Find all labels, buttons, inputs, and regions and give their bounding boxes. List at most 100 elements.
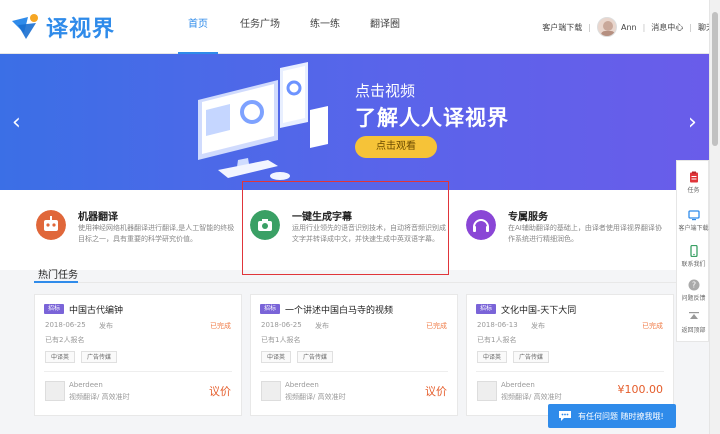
logo-icon [12, 14, 38, 39]
tag-list: 中译英 广告传媒 [261, 351, 339, 363]
feature-desc: 在AI辅助翻译的基础上，由译者使用译视界翻译协作系统进行精细润色。 [508, 224, 662, 243]
user-avatar [261, 381, 281, 401]
publish-label: 发布 [315, 322, 329, 330]
top-header: 译视界 首页 任务广场 练一练 翻译圈 客户端下载 | Ann | 消息中心 |… [0, 0, 720, 54]
task-title[interactable]: 一个讲述中国白马寺的视频 [285, 303, 393, 316]
price: ¥100.00 [617, 383, 664, 396]
chevron-right-icon[interactable]: › [688, 112, 697, 134]
user-name: Aberdeen [501, 381, 535, 389]
scrollbar-thumb[interactable] [712, 12, 718, 146]
nav-translation-circle[interactable]: 翻译圈 [370, 0, 400, 54]
chat-support-button[interactable]: 有任何问题 随时撩我哦! [548, 404, 676, 428]
sidebar-label: 联系我们 [681, 261, 706, 268]
bid-tag: 招标 [476, 304, 496, 314]
signup-count: 已有1人报名 [477, 336, 517, 344]
signup-count: 已有1人报名 [261, 336, 301, 344]
task-date: 2018-06-25 [261, 321, 302, 329]
sidebar-item-feedback[interactable]: ? 问题反馈 [677, 279, 710, 302]
section-underline [34, 281, 78, 283]
signup-count: 已有2人报名 [45, 336, 85, 344]
section-divider [34, 282, 676, 283]
category-tag: 广告传媒 [81, 351, 118, 363]
price: 议价 [209, 385, 231, 398]
feature-desc: 使用神经网络机器翻译进行翻译,是人工智能的终极目标之一，具有重要的科学研究价值。 [78, 224, 235, 243]
robot-icon [36, 210, 66, 240]
headset-icon [466, 210, 496, 240]
task-date: 2018-06-25 [45, 321, 86, 329]
logo-text: 译视界 [46, 17, 116, 42]
banner-title: 了解人人译视界 [355, 106, 509, 130]
sidebar-label: 客户端下载 [678, 225, 709, 232]
phone-icon [689, 245, 698, 257]
chat-button-label: 有任何问题 随时撩我哦! [578, 411, 664, 421]
hero-banner[interactable]: ‹ › 点击视频 了解人人译视界 点击观看 [0, 54, 720, 190]
feature-title: 专属服务 [508, 212, 548, 223]
sidebar-label: 任务 [687, 187, 700, 194]
app: 译视界 首页 任务广场 练一练 翻译圈 客户端下载 | Ann | 消息中心 |… [0, 0, 720, 434]
task-title[interactable]: 文化中国-天下大同 [501, 303, 576, 316]
language-tag: 中译英 [261, 351, 292, 363]
clipboard-icon [689, 171, 698, 183]
floating-sidebar: 任务 客户端下载 联系我们 ? 问题反馈 返回顶部 [676, 160, 709, 342]
category-tag: 广告传媒 [513, 351, 550, 363]
nav-task-square[interactable]: 任务广场 [240, 0, 280, 54]
divider [44, 371, 232, 372]
task-card[interactable]: 招标 一个讲述中国白马寺的视频 2018-06-25 发布 已完成 已有1人报名… [250, 294, 458, 416]
logo[interactable]: 译视界 [10, 11, 115, 43]
nav-home[interactable]: 首页 [178, 0, 218, 54]
hot-tasks-title: 热门任务 [38, 270, 78, 281]
tag-list: 中译英 广告传媒 [477, 351, 555, 363]
divider [476, 371, 664, 372]
user-name: Aberdeen [285, 381, 319, 389]
publish-label: 发布 [531, 322, 545, 330]
header-right: 客户端下载 | Ann | 消息中心 | 聊天 [542, 0, 714, 54]
sidebar-item-task[interactable]: 任务 [677, 171, 710, 194]
question-icon: ? [688, 279, 699, 291]
task-card[interactable]: 招标 文化中国-天下大同 2018-06-13 发布 已完成 已有1人报名 中译… [466, 294, 674, 416]
sidebar-label: 返回顶部 [681, 327, 706, 334]
watch-video-button[interactable]: 点击观看 [355, 136, 437, 158]
chat-bubble-icon [559, 411, 571, 421]
avatar-image [600, 21, 615, 36]
bid-tag: 招标 [44, 304, 64, 314]
status-badge: 已完成 [426, 322, 447, 330]
user-avatar [477, 381, 497, 401]
sidebar-item-contact[interactable]: 联系我们 [677, 245, 710, 268]
user-avatar [45, 381, 65, 401]
page-scrollbar[interactable] [709, 0, 720, 434]
devices-illustration [198, 62, 328, 180]
feature-title: 机器翻译 [78, 212, 118, 223]
user-name: Aberdeen [69, 381, 103, 389]
download-link[interactable]: 客户端下载 [542, 22, 582, 33]
nav-practice[interactable]: 练一练 [310, 0, 340, 54]
divider: | [642, 22, 646, 32]
sidebar-item-download[interactable]: 客户端下载 [677, 209, 710, 232]
language-tag: 中译英 [45, 351, 76, 363]
language-tag: 中译英 [477, 351, 508, 363]
avatar[interactable] [596, 17, 617, 37]
divider: | [588, 22, 591, 32]
publish-label: 发布 [99, 322, 113, 330]
arrow-up-icon [688, 312, 699, 319]
bid-tag: 招标 [260, 304, 280, 314]
divider: | [689, 22, 692, 32]
highlight-box [242, 181, 449, 275]
chevron-left-icon[interactable]: ‹ [12, 112, 21, 134]
user-desc: 视频翻译/ 高效准时 [69, 393, 130, 401]
task-date: 2018-06-13 [477, 321, 518, 329]
tag-list: 中译英 广告传媒 [45, 351, 123, 363]
sidebar-item-back-to-top[interactable]: 返回顶部 [677, 311, 710, 334]
user-desc: 视频翻译/ 高效准时 [501, 393, 562, 401]
divider [260, 371, 448, 372]
monitor-icon [687, 210, 700, 221]
category-tag: 广告传媒 [297, 351, 334, 363]
main-nav: 首页 任务广场 练一练 翻译圈 [178, 0, 430, 54]
username[interactable]: Ann [621, 23, 637, 32]
status-badge: 已完成 [642, 322, 663, 330]
banner-subtitle: 点击视频 [355, 82, 416, 100]
sidebar-label: 问题反馈 [681, 295, 706, 302]
task-card[interactable]: 招标 中国古代编钟 2018-06-25 发布 已完成 已有2人报名 中译英 广… [34, 294, 242, 416]
message-center-link[interactable]: 消息中心 [651, 22, 683, 33]
price: 议价 [425, 385, 447, 398]
task-title[interactable]: 中国古代编钟 [69, 303, 123, 316]
